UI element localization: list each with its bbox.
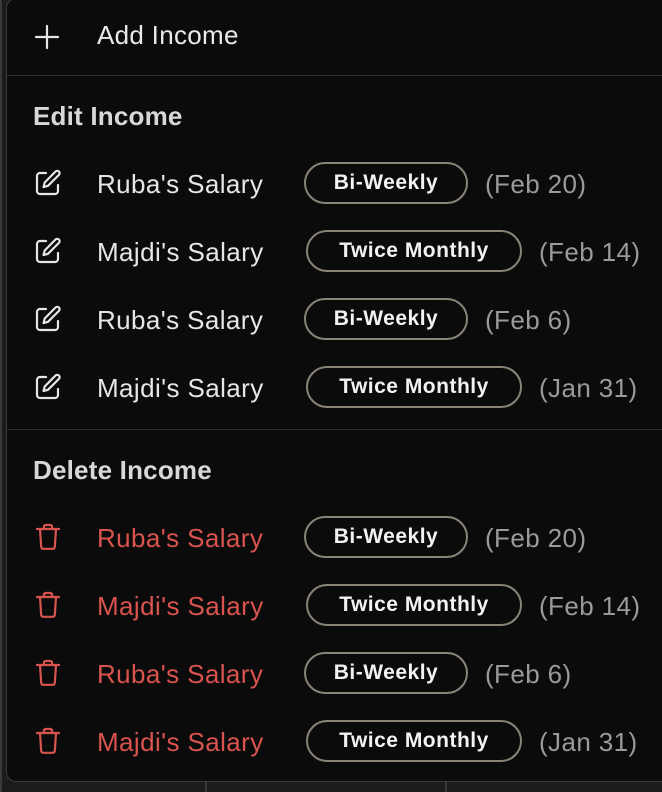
income-date: (Jan 31) xyxy=(539,727,638,757)
income-date: (Feb 14) xyxy=(539,591,641,621)
edit-income-item[interactable]: Majdi's Salary Twice Monthly (Feb 14) xyxy=(7,217,662,285)
menu-divider xyxy=(7,75,662,76)
trash-icon xyxy=(35,659,61,686)
income-date: (Jan 31) xyxy=(539,373,638,403)
edit-pencil-icon xyxy=(35,237,61,264)
income-date: (Feb 20) xyxy=(485,523,587,553)
frequency-badge: Twice Monthly xyxy=(306,366,522,408)
income-date: (Feb 6) xyxy=(485,305,572,335)
add-income-menu-item[interactable]: Add Income xyxy=(7,1,662,73)
edit-pencil-icon xyxy=(35,373,61,400)
add-income-label: Add Income xyxy=(97,20,239,50)
background-divider xyxy=(205,782,207,792)
income-name: Majdi's Salary xyxy=(97,237,264,267)
edit-pencil-icon xyxy=(35,169,61,196)
income-name: Majdi's Salary xyxy=(97,591,264,621)
edit-income-section-title: Edit Income xyxy=(33,101,183,131)
trash-icon xyxy=(35,591,61,618)
income-name: Ruba's Salary xyxy=(97,659,264,689)
income-context-menu: Add Income Edit Income Ruba's Salary Bi-… xyxy=(6,0,662,782)
income-date: (Feb 20) xyxy=(485,169,587,199)
plus-icon xyxy=(34,24,60,50)
income-name: Ruba's Salary xyxy=(97,523,264,553)
trash-icon xyxy=(35,727,61,754)
income-name: Ruba's Salary xyxy=(97,305,264,335)
frequency-badge: Twice Monthly xyxy=(306,584,522,626)
income-date: (Feb 14) xyxy=(539,237,641,267)
background-divider xyxy=(445,782,447,792)
delete-income-item[interactable]: Ruba's Salary Bi-Weekly (Feb 6) xyxy=(7,639,662,707)
delete-income-item[interactable]: Majdi's Salary Twice Monthly (Feb 14) xyxy=(7,571,662,639)
frequency-badge: Bi-Weekly xyxy=(304,516,468,558)
frequency-badge: Twice Monthly xyxy=(306,230,522,272)
edit-pencil-icon xyxy=(35,305,61,332)
income-name: Ruba's Salary xyxy=(97,169,264,199)
income-date: (Feb 6) xyxy=(485,659,572,689)
edit-income-item[interactable]: Ruba's Salary Bi-Weekly (Feb 6) xyxy=(7,285,662,353)
frequency-badge: Bi-Weekly xyxy=(304,162,468,204)
delete-income-item[interactable]: Ruba's Salary Bi-Weekly (Feb 20) xyxy=(7,503,662,571)
frequency-badge: Twice Monthly xyxy=(306,720,522,762)
edit-income-item[interactable]: Ruba's Salary Bi-Weekly (Feb 20) xyxy=(7,149,662,217)
menu-divider xyxy=(7,429,662,430)
income-name: Majdi's Salary xyxy=(97,373,264,403)
frequency-badge: Bi-Weekly xyxy=(304,298,468,340)
delete-income-item[interactable]: Majdi's Salary Twice Monthly (Jan 31) xyxy=(7,707,662,775)
edit-income-item[interactable]: Majdi's Salary Twice Monthly (Jan 31) xyxy=(7,353,662,421)
delete-income-section-title: Delete Income xyxy=(33,455,212,485)
income-name: Majdi's Salary xyxy=(97,727,264,757)
trash-icon xyxy=(35,523,61,550)
frequency-badge: Bi-Weekly xyxy=(304,652,468,694)
background-divider xyxy=(0,0,2,792)
